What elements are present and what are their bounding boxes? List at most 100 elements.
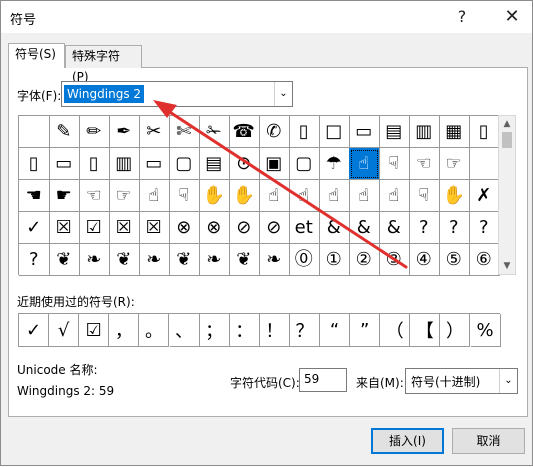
symbol-cell[interactable]: ❦ <box>229 244 260 276</box>
tab-symbols[interactable]: 符号(S) <box>8 43 65 68</box>
symbol-cell[interactable]: ✂ <box>139 116 170 148</box>
symbol-cell[interactable]: ③ <box>379 244 410 276</box>
symbol-cell[interactable]: ▯ <box>469 116 500 148</box>
font-value[interactable]: Wingdings 2 <box>64 85 145 103</box>
recent-symbol-cell[interactable]: ， <box>109 314 140 347</box>
help-button[interactable]: ? <box>449 5 475 29</box>
recent-symbol-cell[interactable]: ☑ <box>79 314 110 347</box>
scroll-down-icon[interactable]: ▼ <box>499 258 515 274</box>
symbol-cell[interactable] <box>469 148 500 180</box>
symbol-cell[interactable]: ▭ <box>139 148 170 180</box>
symbol-cell[interactable]: ☝ <box>349 148 380 180</box>
symbol-cell[interactable]: ☂ <box>319 148 350 180</box>
recent-symbol-cell[interactable]: √ <box>49 314 80 347</box>
symbol-cell[interactable]: ▥ <box>109 148 140 180</box>
symbol-cell[interactable]: ☞ <box>439 148 470 180</box>
symbol-cell[interactable]: ☎ <box>229 116 260 148</box>
symbol-cell[interactable]: ▭ <box>49 148 80 180</box>
char-code-input[interactable]: 59 <box>299 368 347 392</box>
cancel-button[interactable]: 取消 <box>452 428 525 454</box>
symbol-cell[interactable]: ▯ <box>79 148 110 180</box>
recent-symbol-cell[interactable]: ！ <box>259 314 290 347</box>
symbol-cell[interactable]: ✋ <box>439 180 470 212</box>
symbol-cell[interactable]: ☝ <box>349 180 380 212</box>
symbol-cell[interactable]: ① <box>319 244 350 276</box>
symbol-cell[interactable]: ☝ <box>139 180 170 212</box>
symbol-cell[interactable]: ▤ <box>199 148 230 180</box>
font-select[interactable]: Wingdings 2 ⌄ <box>61 81 293 107</box>
symbol-cell[interactable]: ☒ <box>49 212 80 244</box>
symbol-cell[interactable]: ✋ <box>199 180 230 212</box>
symbol-cell[interactable]: ? <box>19 244 50 276</box>
scroll-thumb[interactable] <box>502 132 512 148</box>
symbol-cell[interactable]: ✓ <box>19 212 50 244</box>
symbol-cell[interactable]: ✁ <box>199 116 230 148</box>
insert-button[interactable]: 插入(I) <box>371 428 444 454</box>
symbol-cell[interactable]: ⊘ <box>229 212 260 244</box>
symbol-cell[interactable]: ▣ <box>259 148 290 180</box>
symbol-cell[interactable]: ✏ <box>79 116 110 148</box>
symbol-cell[interactable]: ② <box>349 244 380 276</box>
symbol-cell[interactable] <box>19 116 50 148</box>
symbol-cell[interactable]: ❧ <box>139 244 170 276</box>
symbol-cell[interactable]: ❧ <box>79 244 110 276</box>
grid-scrollbar[interactable]: ▲ ▼ <box>498 115 516 275</box>
symbol-cell[interactable]: ☑ <box>79 212 110 244</box>
recent-symbol-cell[interactable]: “ <box>320 314 351 347</box>
symbol-cell[interactable]: ☜ <box>79 180 110 212</box>
symbol-cell[interactable]: ✒ <box>109 116 140 148</box>
symbol-cell[interactable]: ④ <box>409 244 440 276</box>
symbol-cell[interactable]: ☜ <box>409 148 440 180</box>
recent-symbol-cell[interactable]: 、 <box>169 314 200 347</box>
symbol-cell[interactable]: ☟ <box>379 148 410 180</box>
symbol-cell[interactable]: ☝ <box>379 180 410 212</box>
symbol-cell[interactable]: ☒ <box>139 212 170 244</box>
recent-symbol-cell[interactable]: ✓ <box>19 314 50 347</box>
symbol-cell[interactable]: & <box>379 212 410 244</box>
symbol-cell[interactable]: ☟ <box>169 180 200 212</box>
symbol-cell[interactable]: ✋ <box>229 180 260 212</box>
recent-symbol-cell[interactable]: ； <box>199 314 230 347</box>
symbol-cell[interactable]: ⓪ <box>289 244 320 276</box>
symbol-cell[interactable]: & <box>319 212 350 244</box>
symbol-cell[interactable]: ⊗ <box>199 212 230 244</box>
tab-special-characters[interactable]: 特殊字符(P) <box>65 45 142 84</box>
symbol-cell[interactable]: ☝ <box>259 180 290 212</box>
symbol-cell[interactable]: ▦ <box>439 116 470 148</box>
symbol-cell[interactable]: ✎ <box>49 116 80 148</box>
recent-symbol-cell[interactable]: （ <box>380 314 411 347</box>
chevron-down-icon[interactable]: ⌄ <box>499 369 517 393</box>
symbol-cell[interactable]: ? <box>409 212 440 244</box>
symbol-cell[interactable]: ☞ <box>109 180 140 212</box>
symbol-cell[interactable]: ? <box>469 212 500 244</box>
scroll-up-icon[interactable]: ▲ <box>499 116 515 132</box>
symbol-cell[interactable]: ☚ <box>19 180 50 212</box>
from-select[interactable]: 符号(十进制) ⌄ <box>405 368 518 394</box>
recent-symbol-cell[interactable]: 【 <box>410 314 441 347</box>
recent-symbol-cell[interactable]: ？ <box>289 314 320 347</box>
recent-symbol-cell[interactable]: ） <box>440 314 471 347</box>
symbol-cell[interactable]: □ <box>319 116 350 148</box>
symbol-cell[interactable]: ⊘ <box>259 212 290 244</box>
symbol-cell[interactable]: ⊙ <box>229 148 260 180</box>
symbol-cell[interactable]: ⑤ <box>439 244 470 276</box>
symbol-cell[interactable]: ☛ <box>49 180 80 212</box>
symbol-cell[interactable]: ☒ <box>109 212 140 244</box>
symbol-cell[interactable]: ✗ <box>469 180 500 212</box>
recent-symbol-cell[interactable]: ： <box>229 314 260 347</box>
symbol-cell[interactable]: et <box>289 212 320 244</box>
recent-symbol-cell[interactable]: ” <box>350 314 381 347</box>
symbol-cell[interactable]: & <box>349 212 380 244</box>
symbol-cell[interactable]: ▤ <box>379 116 410 148</box>
symbol-cell[interactable]: ▯ <box>289 116 320 148</box>
symbol-cell[interactable]: ❦ <box>49 244 80 276</box>
chevron-down-icon[interactable]: ⌄ <box>274 82 292 106</box>
symbol-cell[interactable]: ▭ <box>349 116 380 148</box>
symbol-cell[interactable]: ▢ <box>169 148 200 180</box>
symbol-cell[interactable]: ☝ <box>289 180 320 212</box>
symbol-cell[interactable]: ? <box>439 212 470 244</box>
symbol-cell[interactable]: ✄ <box>169 116 200 148</box>
symbol-cell[interactable]: ✆ <box>259 116 290 148</box>
symbol-cell[interactable]: ❧ <box>199 244 230 276</box>
symbol-cell[interactable]: ☝ <box>319 180 350 212</box>
